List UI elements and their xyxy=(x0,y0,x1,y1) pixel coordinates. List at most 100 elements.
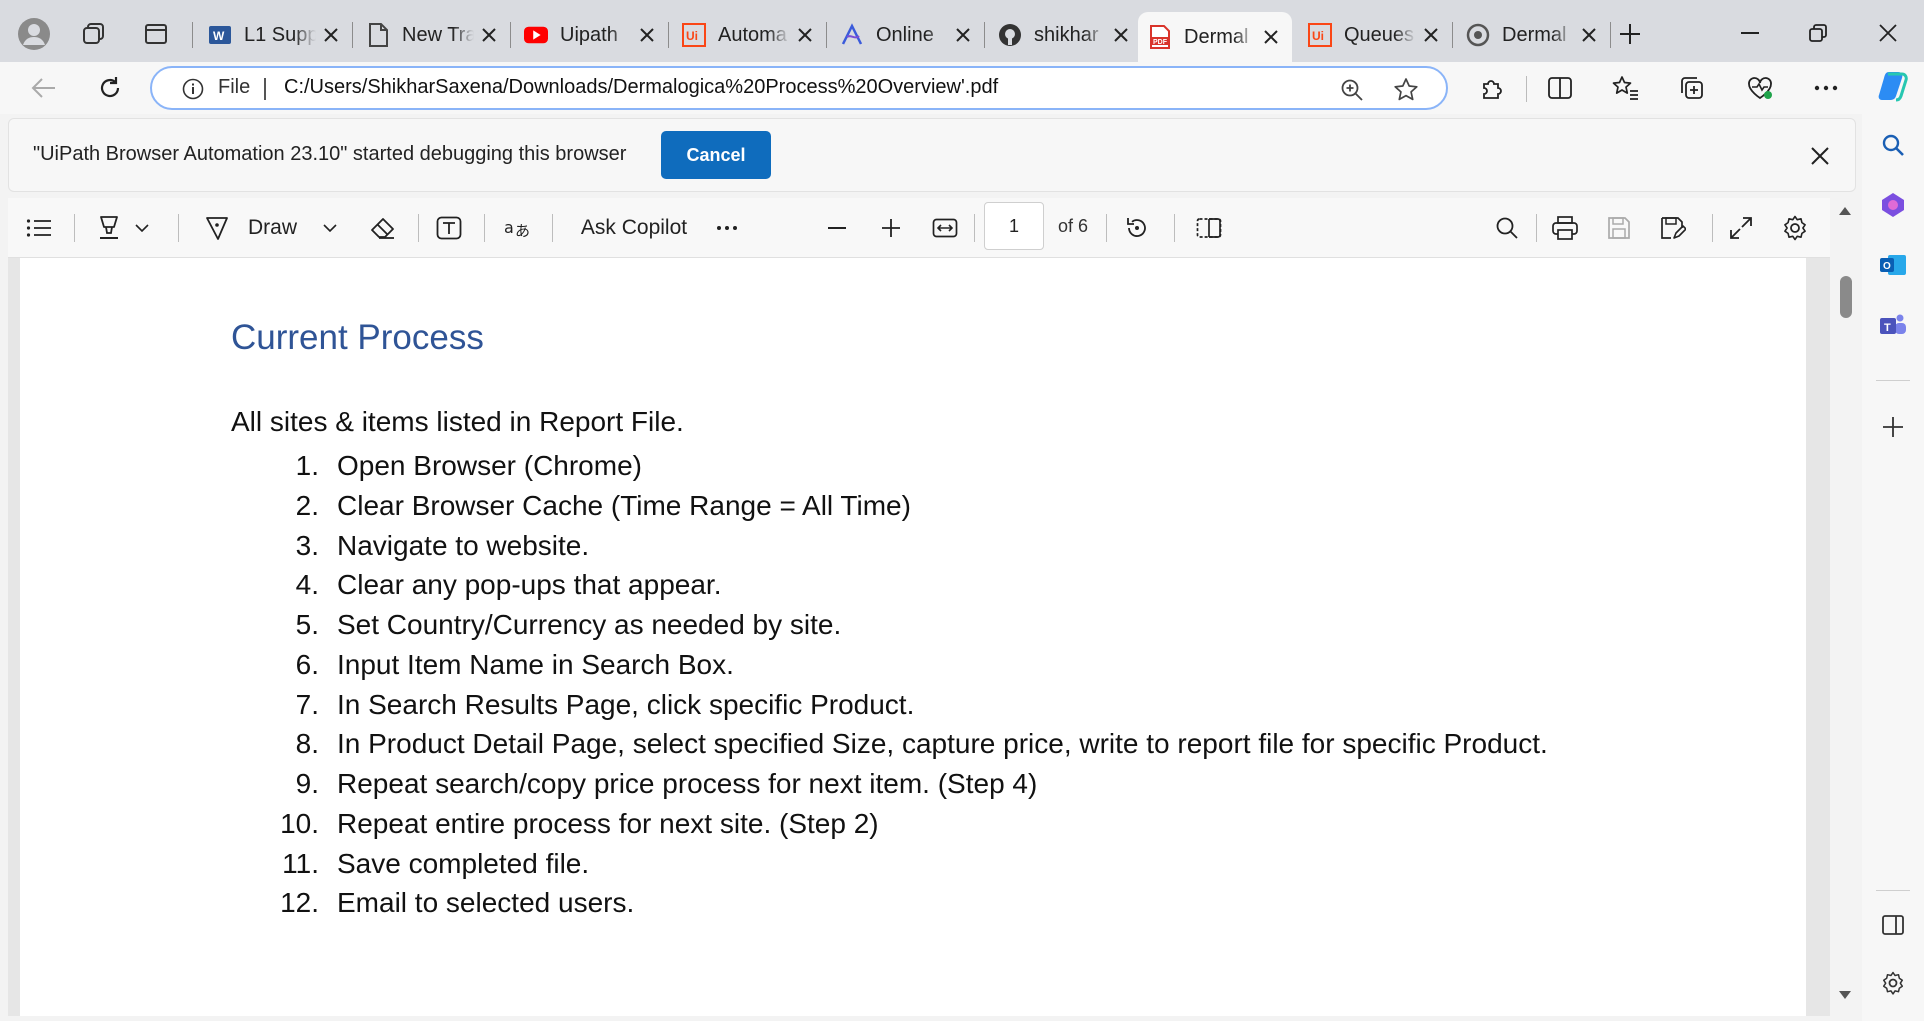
vertical-tabs-icon xyxy=(145,24,167,44)
sidebar-outlook-button[interactable]: O xyxy=(1876,248,1910,282)
close-infobar-button[interactable] xyxy=(1805,141,1835,171)
toolbar-separator xyxy=(74,214,75,242)
ask-copilot-button[interactable]: Ask Copilot xyxy=(572,210,696,246)
browser-essentials-button[interactable] xyxy=(1738,66,1782,110)
save-as-button[interactable] xyxy=(1658,210,1688,246)
minimize-button[interactable] xyxy=(1722,10,1778,56)
favorites-button[interactable] xyxy=(1604,66,1648,110)
svg-text:T: T xyxy=(1884,322,1891,334)
list-item: 10. Repeat entire process for next site. … xyxy=(231,804,1561,844)
close-window-button[interactable] xyxy=(1860,10,1916,56)
tab-github[interactable]: shikhar xyxy=(988,12,1142,58)
page-view-icon xyxy=(1196,218,1222,238)
collections-button[interactable] xyxy=(1670,66,1714,110)
highlight-options-button[interactable] xyxy=(132,210,152,246)
scroll-down-arrow-icon[interactable] xyxy=(1838,990,1852,1000)
split-screen-button[interactable] xyxy=(1538,66,1582,110)
cancel-debugging-button[interactable]: Cancel xyxy=(661,131,771,179)
pdf-settings-button[interactable] xyxy=(1780,210,1810,246)
more-tools-button[interactable] xyxy=(712,210,742,246)
tab-queues[interactable]: Ui Queues xyxy=(1298,12,1452,58)
close-tab-icon[interactable] xyxy=(320,24,342,46)
site-info-icon[interactable] xyxy=(182,78,204,100)
scroll-up-arrow-icon[interactable] xyxy=(1838,206,1852,216)
url-text[interactable]: C:/Users/ShikharSaxena/Downloads/Dermalo… xyxy=(284,76,998,99)
close-icon xyxy=(1811,147,1829,165)
step-number: 10. xyxy=(280,807,319,839)
close-tab-icon[interactable] xyxy=(1260,26,1282,48)
list-item: 6. Input Item Name in Search Box. xyxy=(231,645,1561,685)
tab-uipath-youtube[interactable]: Uipath xyxy=(514,12,668,58)
contents-button[interactable] xyxy=(22,210,56,246)
step-text: Repeat search/copy price process for nex… xyxy=(337,768,1038,799)
scrollbar-thumb[interactable] xyxy=(1840,276,1852,318)
tab-new-tra[interactable]: New Tra xyxy=(356,12,510,58)
back-button[interactable] xyxy=(22,66,66,110)
erase-button[interactable] xyxy=(368,210,398,246)
translate-button[interactable]: aあ xyxy=(502,210,532,246)
close-tab-icon[interactable] xyxy=(1578,24,1600,46)
step-number: 7. xyxy=(295,688,319,720)
profile-button[interactable] xyxy=(10,10,58,58)
list-item: 12. Email to selected users. xyxy=(231,883,1561,923)
rotate-button[interactable] xyxy=(1122,210,1152,246)
address-bar[interactable]: File C:/Users/ShikharSaxena/Downloads/De… xyxy=(150,66,1448,110)
highlight-button[interactable] xyxy=(94,210,124,246)
close-tab-icon[interactable] xyxy=(1420,24,1442,46)
new-tab-button[interactable] xyxy=(1606,10,1654,58)
refresh-icon xyxy=(100,77,120,98)
settings-more-button[interactable] xyxy=(1804,66,1848,110)
pdf-viewport[interactable]: Current Process All sites & items listed… xyxy=(8,258,1830,1016)
draw-button[interactable]: Draw xyxy=(204,210,316,246)
tab-l1-supp[interactable]: W L1 Supp xyxy=(198,12,352,58)
close-tab-icon[interactable] xyxy=(1110,24,1132,46)
step-number: 1. xyxy=(295,450,319,481)
list-item: 3. Navigate to website. xyxy=(231,526,1561,566)
youtube-icon xyxy=(524,23,548,47)
zoom-out-button[interactable] xyxy=(822,210,852,246)
favorite-star-icon[interactable] xyxy=(1392,76,1420,104)
tab-online[interactable]: Online xyxy=(830,12,984,58)
print-button[interactable] xyxy=(1548,210,1582,246)
list-item: 9. Repeat search/copy price process for n… xyxy=(231,764,1561,804)
close-tab-icon[interactable] xyxy=(478,24,500,46)
svg-text:a: a xyxy=(504,218,514,237)
extensions-button[interactable] xyxy=(1470,66,1514,110)
tab-title: Dermal xyxy=(1184,25,1249,48)
toolbar-divider xyxy=(1526,76,1527,102)
find-button[interactable] xyxy=(1492,210,1522,246)
refresh-button[interactable] xyxy=(88,66,132,110)
svg-text:PDF: PDF xyxy=(1153,39,1168,46)
sidebar-search-button[interactable] xyxy=(1876,128,1910,162)
close-tab-icon[interactable] xyxy=(794,24,816,46)
step-text: Set Country/Currency as needed by site. xyxy=(337,609,842,640)
save-button[interactable] xyxy=(1604,210,1634,246)
tab-dermalogica-pdf[interactable]: PDF Dermal xyxy=(1138,12,1292,62)
draw-options-button[interactable] xyxy=(320,210,340,246)
vertical-scrollbar[interactable] xyxy=(1834,200,1858,1016)
zoom-in-button[interactable] xyxy=(876,210,906,246)
fullscreen-button[interactable] xyxy=(1726,210,1756,246)
list-item: 1. Open Browser (Chrome) xyxy=(231,446,1561,486)
page-view-button[interactable] xyxy=(1194,210,1224,246)
copilot-button[interactable] xyxy=(1876,68,1910,102)
svg-text:W: W xyxy=(213,29,225,43)
restore-button[interactable] xyxy=(1790,10,1846,56)
workspaces-button[interactable] xyxy=(70,10,118,58)
close-tab-icon[interactable] xyxy=(952,24,974,46)
sidebar-teams-button[interactable]: T xyxy=(1876,308,1910,342)
sidebar-settings-button[interactable] xyxy=(1876,966,1910,1000)
tab-actions-button[interactable] xyxy=(132,10,180,58)
tab-dermal-2[interactable]: Dermal xyxy=(1456,12,1610,58)
close-tab-icon[interactable] xyxy=(636,24,658,46)
hide-sidebar-button[interactable] xyxy=(1876,908,1910,942)
pdf-icon: PDF xyxy=(1148,25,1172,49)
sidebar-add-button[interactable] xyxy=(1876,410,1910,444)
add-text-button[interactable] xyxy=(434,210,464,246)
fit-to-width-button[interactable] xyxy=(930,210,960,246)
tab-automa[interactable]: Ui Automa xyxy=(672,12,826,58)
sidebar-copilot-designer-button[interactable] xyxy=(1876,188,1910,222)
page-number-input[interactable]: 1 xyxy=(984,202,1044,250)
step-text: Navigate to website. xyxy=(337,529,590,561)
zoom-icon[interactable] xyxy=(1338,76,1366,104)
